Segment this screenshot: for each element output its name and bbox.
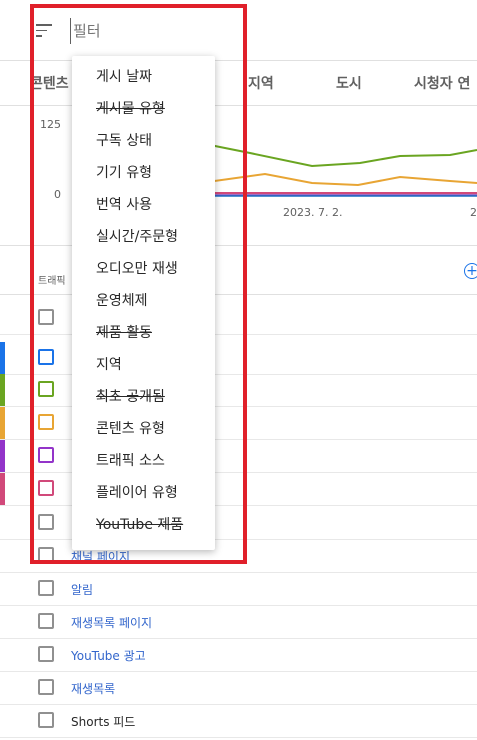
series-line-green — [199, 142, 477, 168]
menu-item-label: 플레이어 유형 — [96, 485, 178, 501]
row-checkbox[interactable] — [38, 381, 54, 397]
tab-viewer-age[interactable]: 시청자 연 — [414, 73, 470, 93]
table-header-traffic: 트래픽 — [38, 276, 66, 287]
row-checkbox[interactable] — [38, 447, 54, 463]
table-row[interactable]: YouTube 광고 — [0, 639, 477, 672]
table-row[interactable]: 재생목록 페이지 — [0, 606, 477, 639]
row-label[interactable]: 재생목록 — [71, 680, 115, 697]
menu-item[interactable]: 번역 사용 — [72, 188, 215, 220]
dimension-menu: 게시 날짜게시물 유형구독 상태기기 유형번역 사용실시간/주문형오디오만 재생… — [72, 56, 215, 550]
add-metric-button[interactable]: + — [464, 263, 477, 279]
row-checkbox[interactable] — [38, 679, 54, 695]
menu-item-label: 기기 유형 — [96, 165, 152, 181]
menu-item-label: 제품 활동 — [96, 325, 152, 341]
row-checkbox[interactable] — [38, 414, 54, 430]
x-tick-date: 2023. 7. 2. — [283, 206, 343, 219]
menu-item[interactable]: 실시간/주문형 — [72, 220, 215, 252]
row-checkbox[interactable] — [38, 547, 54, 563]
table-row[interactable]: 재생목록 — [0, 672, 477, 705]
row-label[interactable]: 알림 — [71, 581, 93, 598]
row-label[interactable]: 채널 페이지 — [71, 548, 130, 565]
menu-item[interactable]: 운영체제 — [72, 284, 215, 316]
series-color-stripe — [0, 374, 5, 406]
tab-region[interactable]: 지역 — [248, 73, 274, 93]
menu-item[interactable]: 콘텐츠 유형 — [72, 412, 215, 444]
menu-item-label: 게시물 유형 — [96, 101, 165, 117]
menu-item-label: 구독 상태 — [96, 133, 152, 149]
tab-content[interactable]: 콘텐츠 — [30, 73, 69, 93]
menu-item[interactable]: 트래픽 소스 — [72, 444, 215, 476]
series-color-stripe — [0, 342, 5, 374]
series-color-stripe — [0, 407, 5, 439]
menu-item[interactable]: 오디오만 재생 — [72, 252, 215, 284]
menu-item-label: 콘텐츠 유형 — [96, 421, 165, 437]
menu-item-label: 최초 공개됨 — [96, 389, 165, 405]
menu-item-label: 운영체제 — [96, 293, 148, 309]
menu-item[interactable]: 게시물 유형 — [72, 92, 215, 124]
row-checkbox[interactable] — [38, 613, 54, 629]
row-checkbox[interactable] — [38, 309, 54, 325]
row-checkbox[interactable] — [38, 480, 54, 496]
series-color-stripe — [0, 440, 5, 472]
table-row[interactable]: Shorts 피드 — [0, 705, 477, 738]
menu-item-label: 실시간/주문형 — [96, 229, 178, 245]
menu-item-label: 오디오만 재생 — [96, 261, 178, 277]
table-row[interactable]: 알림 — [0, 573, 477, 606]
series-color-stripe — [0, 473, 5, 505]
row-label[interactable]: YouTube 광고 — [71, 647, 146, 664]
row-label[interactable]: 재생목록 페이지 — [71, 614, 152, 631]
tab-city[interactable]: 도시 — [336, 73, 362, 93]
row-checkbox[interactable] — [38, 646, 54, 662]
menu-item[interactable]: 게시 날짜 — [72, 60, 215, 92]
row-checkbox[interactable] — [38, 712, 54, 728]
menu-item[interactable]: 지역 — [72, 348, 215, 380]
menu-item-label: 번역 사용 — [96, 197, 152, 213]
menu-item-label: 지역 — [96, 357, 122, 373]
menu-item[interactable]: 기기 유형 — [72, 156, 215, 188]
row-checkbox[interactable] — [38, 349, 54, 365]
filter-input[interactable] — [70, 18, 223, 44]
menu-item[interactable]: 구독 상태 — [72, 124, 215, 156]
menu-item[interactable]: 최초 공개됨 — [72, 380, 215, 412]
menu-item-label: 트래픽 소스 — [96, 453, 165, 469]
menu-item[interactable]: 제품 활동 — [72, 316, 215, 348]
filter-icon[interactable] — [36, 24, 52, 38]
menu-item-label: 게시 날짜 — [96, 69, 152, 85]
menu-item-label: YouTube 제품 — [96, 517, 184, 533]
row-checkbox[interactable] — [38, 580, 54, 596]
menu-item[interactable]: 플레이어 유형 — [72, 476, 215, 508]
series-line-orange — [199, 172, 477, 187]
filter-bar — [0, 0, 477, 61]
menu-item[interactable]: YouTube 제품 — [72, 508, 215, 540]
row-label[interactable]: Shorts 피드 — [71, 713, 135, 730]
row-checkbox[interactable] — [38, 514, 54, 530]
x-tick-next: 2 — [470, 206, 477, 219]
